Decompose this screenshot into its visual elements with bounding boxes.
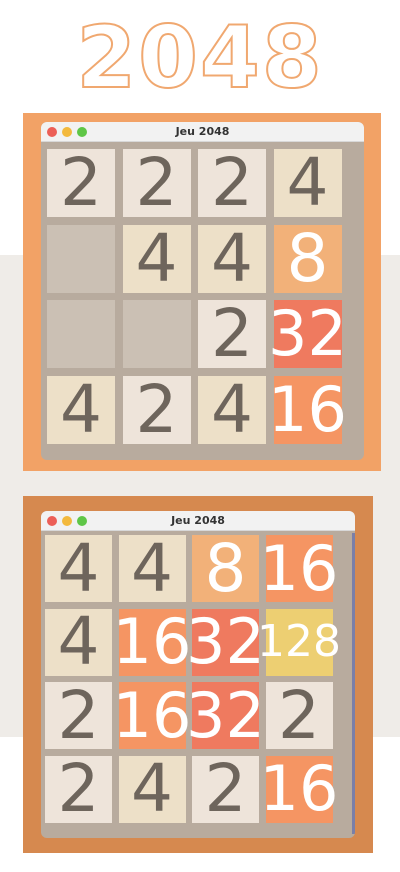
tile-32: 32	[186, 605, 265, 678]
tile-16: 16	[112, 678, 192, 752]
tile-16: 16	[112, 605, 192, 678]
tile-4: 4	[198, 375, 266, 444]
screenshot-frame-2: Jeu 2048 4 4 8 16 4 16 32 128 2 16 32 2 2 4 2 16	[23, 496, 373, 853]
tile-128: 128	[257, 608, 341, 676]
tile-2: 2	[192, 755, 259, 823]
tile-16: 16	[259, 531, 339, 605]
minimize-icon[interactable]	[62, 516, 72, 526]
zoom-icon[interactable]	[77, 127, 87, 137]
game-window-2: Jeu 2048 4 4 8 16 4 16 32 128 2 16 32 2 2 4 2 16	[41, 511, 355, 838]
page-title: 2048	[75, 7, 324, 109]
tile-2: 2	[122, 149, 191, 217]
tile-empty	[122, 300, 191, 368]
traffic-lights	[47, 516, 87, 526]
zoom-icon[interactable]	[77, 516, 87, 526]
window-title: Jeu 2048	[175, 125, 230, 138]
tile-16: 16	[268, 372, 347, 446]
tile-4: 4	[273, 149, 342, 217]
tile-4: 4	[118, 755, 186, 823]
tile-2: 2	[198, 149, 266, 217]
tile-8: 8	[273, 224, 342, 293]
tile-2: 2	[122, 375, 191, 444]
game-window-1: Jeu 2048 2 2 2 4 4 4 8 2 32 4 2 4 16	[41, 122, 364, 460]
tile-4: 4	[45, 535, 112, 602]
close-icon[interactable]	[47, 516, 57, 526]
close-icon[interactable]	[47, 127, 57, 137]
tile-empty	[47, 224, 115, 293]
tile-8: 8	[192, 535, 259, 602]
tile-4: 4	[122, 224, 191, 293]
scrollbar[interactable]	[352, 533, 355, 834]
screenshot-frame-1: Jeu 2048 2 2 2 4 4 4 8 2 32 4 2 4 16	[23, 113, 381, 471]
tile-4: 4	[198, 224, 266, 293]
tile-4: 4	[118, 535, 186, 602]
tile-2: 2	[198, 300, 266, 368]
minimize-icon[interactable]	[62, 127, 72, 137]
tile-2: 2	[45, 755, 112, 823]
window-titlebar[interactable]: Jeu 2048	[41, 511, 355, 531]
window-titlebar[interactable]: Jeu 2048	[41, 122, 364, 142]
tile-2: 2	[47, 149, 115, 217]
tile-empty	[47, 300, 115, 368]
tile-16: 16	[259, 752, 339, 825]
tile-4: 4	[47, 375, 115, 444]
tile-32: 32	[268, 297, 347, 370]
tile-4: 4	[45, 608, 112, 676]
tile-2: 2	[45, 682, 112, 749]
tile-32: 32	[186, 678, 265, 752]
tile-2: 2	[265, 682, 333, 749]
window-title: Jeu 2048	[171, 514, 225, 527]
traffic-lights	[47, 127, 87, 137]
